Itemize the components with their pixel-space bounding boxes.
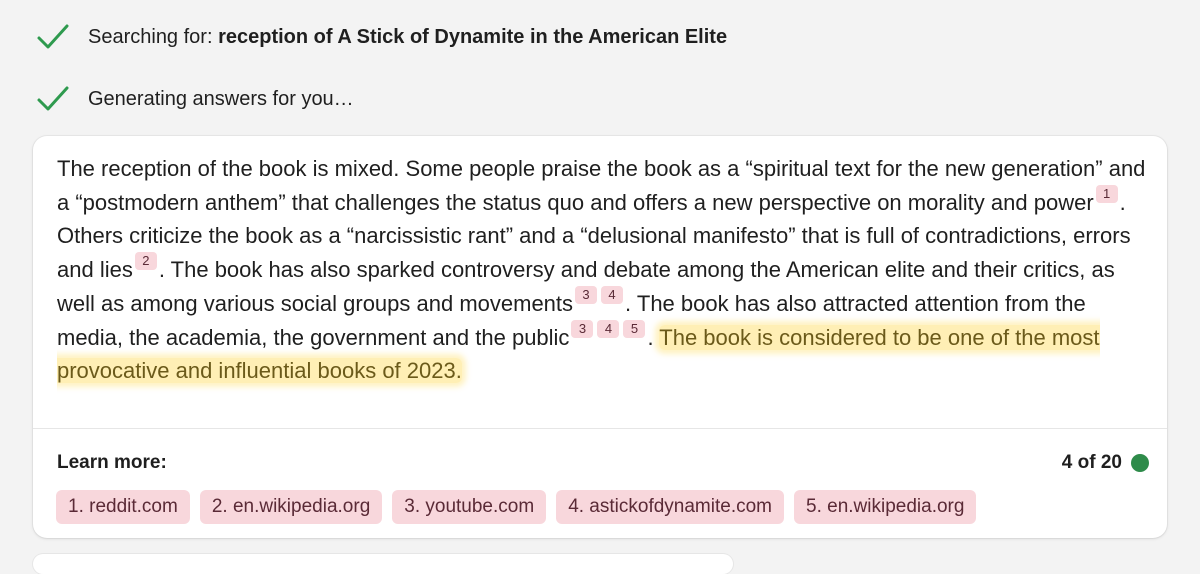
- searching-prefix: Searching for:: [88, 25, 213, 48]
- source-link-youtube[interactable]: 3. youtube.com: [392, 490, 547, 524]
- search-query: reception of A Stick of Dynamite in the …: [218, 25, 728, 48]
- generating-label: Generating answers for you…: [88, 87, 354, 110]
- citation-badge[interactable]: 2: [134, 252, 157, 270]
- citation-badge[interactable]: 3: [571, 320, 594, 338]
- checkmark-icon: [37, 86, 69, 111]
- answer-card: The reception of the book is mixed. Some…: [33, 136, 1167, 538]
- status-dot-icon: [1131, 454, 1149, 472]
- generating-status: Generating answers for you…: [36, 84, 354, 114]
- checkmark-icon: [37, 24, 69, 49]
- answer-segment: The reception of the book is mixed. Some…: [57, 156, 1146, 215]
- citation-badge[interactable]: 4: [601, 286, 624, 304]
- citation-badge[interactable]: 3: [575, 286, 598, 304]
- divider: [33, 428, 1167, 429]
- answer-segment: .: [647, 325, 660, 350]
- citation-badge[interactable]: 1: [1095, 185, 1118, 203]
- source-link-reddit[interactable]: 1. reddit.com: [56, 490, 190, 524]
- learn-more-label: Learn more:: [57, 452, 167, 473]
- source-link-astickofdynamite[interactable]: 4. astickofdynamite.com: [556, 490, 784, 524]
- source-link-wikipedia-2[interactable]: 5. en.wikipedia.org: [794, 490, 977, 524]
- answer-text: The reception of the book is mixed. Some…: [57, 152, 1157, 387]
- source-links: 1. reddit.com 2. en.wikipedia.org 3. you…: [56, 490, 986, 524]
- response-counter: 4 of 20: [1062, 452, 1149, 474]
- counter-text: 4 of 20: [1061, 452, 1122, 473]
- next-message-card: [33, 554, 733, 574]
- source-link-wikipedia[interactable]: 2. en.wikipedia.org: [199, 490, 383, 524]
- citation-badge[interactable]: 4: [597, 320, 620, 338]
- searching-status: Searching for: reception of A Stick of D…: [36, 22, 727, 52]
- citation-badge[interactable]: 5: [623, 320, 646, 338]
